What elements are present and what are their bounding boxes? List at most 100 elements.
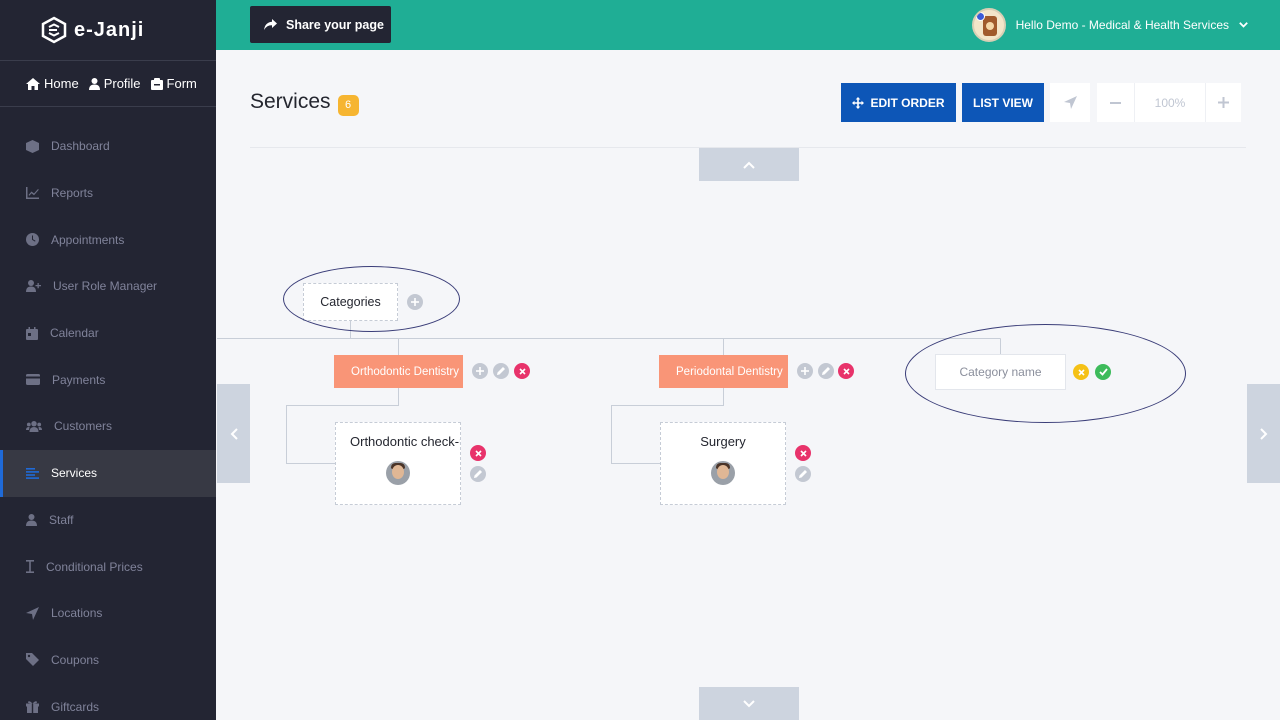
profile-link-label: Profile <box>103 76 141 91</box>
user-plus-icon <box>26 280 41 293</box>
close-icon <box>518 367 526 375</box>
location-arrow-icon <box>1063 96 1077 109</box>
cancel-category-button[interactable] <box>1073 364 1089 380</box>
share-icon <box>264 19 277 30</box>
share-page-button[interactable]: Share your page <box>250 6 391 43</box>
plus-icon <box>411 298 419 306</box>
sidebar-item-services[interactable]: Services <box>0 449 216 497</box>
home-icon <box>26 77 40 90</box>
category-node[interactable]: Orthodontic Dentistry <box>334 355 463 388</box>
sidebar-item-label: Services <box>51 466 98 481</box>
user-greeting: Hello Demo - Medical & Health Services <box>1015 18 1229 32</box>
zoom-in-button[interactable] <box>1205 83 1241 122</box>
sidebar-item-label: Calendar <box>50 326 99 341</box>
pencil-icon <box>822 367 830 375</box>
profile-link[interactable]: Profile <box>88 76 141 91</box>
chart-line-icon <box>26 187 39 200</box>
user-menu[interactable]: Hello Demo - Medical & Health Services <box>971 8 1248 42</box>
add-category-button[interactable] <box>407 294 423 310</box>
sidebar-item-reports[interactable]: Reports <box>0 170 216 217</box>
sidebar-item-dashboard[interactable]: Dashboard <box>0 123 216 170</box>
sidebar-item-user-role-manager[interactable]: User Role Manager <box>0 263 216 310</box>
sidebar-item-label: Locations <box>51 606 103 621</box>
plus-icon <box>476 367 484 375</box>
avatar <box>711 461 735 485</box>
delete-category-button[interactable] <box>838 363 854 379</box>
delete-category-button[interactable] <box>514 363 530 379</box>
app-name: e-Janji <box>74 18 145 41</box>
edit-category-button[interactable] <box>493 363 509 379</box>
page-title: Services 6 <box>250 88 359 116</box>
sidebar-item-label: Dashboard <box>51 139 110 154</box>
edit-order-label: EDIT ORDER <box>870 95 945 110</box>
chevron-left-icon <box>230 427 238 440</box>
edit-order-button[interactable]: EDIT ORDER <box>841 83 956 122</box>
sidebar-item-conditional-prices[interactable]: Conditional Prices <box>0 543 216 590</box>
service-node[interactable]: Orthodontic check-up <box>335 422 461 505</box>
form-link[interactable]: Form <box>150 76 197 91</box>
sidebar-item-calendar[interactable]: Calendar <box>0 310 216 357</box>
top-bar: Share your page Hello Demo - Medical & H… <box>216 0 1280 50</box>
delete-service-button[interactable] <box>470 445 486 461</box>
add-service-button[interactable] <box>797 363 813 379</box>
edit-service-button[interactable] <box>470 466 486 482</box>
user-icon <box>26 513 37 526</box>
form-icon <box>150 77 163 90</box>
locate-button[interactable] <box>1050 83 1090 122</box>
list-view-button[interactable]: LIST VIEW <box>962 83 1044 122</box>
category-name: Periodontal Dentistry <box>676 365 783 378</box>
sidebar-nav: Dashboard Reports Appointments User Role… <box>0 123 216 720</box>
confirm-category-button[interactable] <box>1095 364 1111 380</box>
form-link-label: Form <box>166 76 197 91</box>
plus-icon <box>801 367 809 375</box>
sidebar-item-payments[interactable]: Payments <box>0 356 216 403</box>
location-arrow-icon <box>26 606 39 620</box>
sidebar-item-coupons[interactable]: Coupons <box>0 637 216 684</box>
sidebar-item-customers[interactable]: Customers <box>0 403 216 450</box>
sidebar-item-label: Conditional Prices <box>46 559 143 574</box>
sidebar-item-label: Appointments <box>51 232 125 247</box>
chevron-right-icon <box>1259 427 1267 440</box>
sidebar: e-Janji Home Profile Form Dashboard Repo… <box>0 0 216 720</box>
calendar-icon <box>26 326 38 340</box>
add-service-button[interactable] <box>472 363 488 379</box>
app-logo[interactable]: e-Janji <box>0 0 216 60</box>
home-link[interactable]: Home <box>26 76 79 91</box>
sidebar-item-locations[interactable]: Locations <box>0 590 216 637</box>
close-icon <box>799 449 807 457</box>
chevron-down-icon <box>743 699 755 707</box>
avatar <box>971 8 1006 42</box>
scroll-left-button[interactable] <box>217 384 250 483</box>
zoom-level: 100% <box>1135 83 1205 122</box>
sidebar-item-label: Customers <box>54 419 113 434</box>
sidebar-item-giftcards[interactable]: Giftcards <box>0 683 216 720</box>
close-icon <box>474 449 482 457</box>
scroll-right-button[interactable] <box>1247 384 1280 483</box>
new-category-input[interactable]: Category name <box>935 354 1066 390</box>
sidebar-item-label: Reports <box>51 186 94 201</box>
sidebar-item-appointments[interactable]: Appointments <box>0 216 216 263</box>
credit-card-icon <box>26 374 40 386</box>
delete-service-button[interactable] <box>795 445 811 461</box>
sidebar-item-label: User Role Manager <box>53 279 158 294</box>
i-beam-icon <box>26 560 34 574</box>
gift-icon <box>26 701 39 714</box>
service-node[interactable]: Surgery <box>660 422 786 505</box>
sidebar-item-label: Coupons <box>51 652 100 667</box>
close-icon <box>842 367 850 375</box>
sidebar-item-staff[interactable]: Staff <box>0 497 216 544</box>
edit-service-button[interactable] <box>795 466 811 482</box>
category-node[interactable]: Periodontal Dentistry <box>659 355 788 388</box>
scroll-down-button[interactable] <box>699 687 799 720</box>
pencil-icon <box>474 470 482 478</box>
chevron-down-icon <box>1239 22 1248 28</box>
service-name: Orthodontic check-up <box>350 434 460 449</box>
plus-icon <box>1218 97 1229 108</box>
edit-category-button[interactable] <box>818 363 834 379</box>
pencil-icon <box>799 470 807 478</box>
scroll-up-button[interactable] <box>699 148 799 181</box>
categories-root-node[interactable]: Categories <box>303 283 398 321</box>
zoom-out-button[interactable] <box>1097 83 1135 122</box>
chevron-up-icon <box>743 161 755 169</box>
cube-icon <box>26 139 39 153</box>
